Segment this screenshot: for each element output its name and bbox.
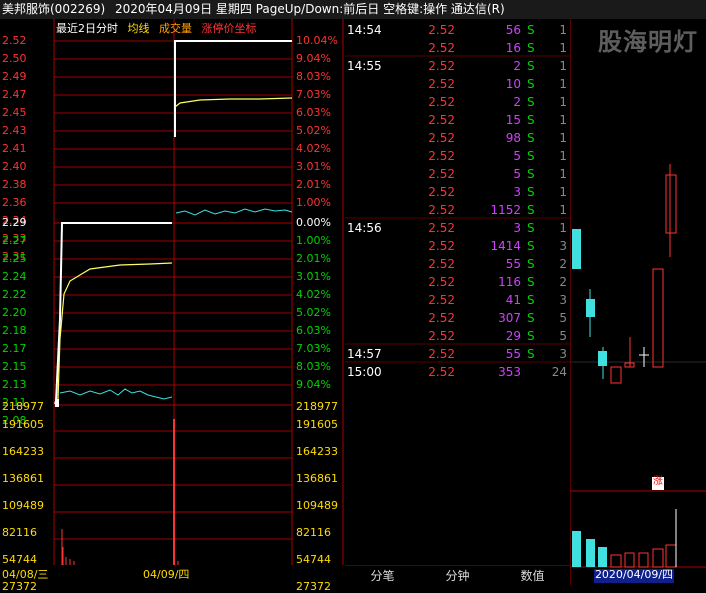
pct-label-base: 0.00% bbox=[296, 216, 331, 229]
pct-label: 3.01% bbox=[296, 160, 331, 173]
trades-dividers bbox=[345, 55, 570, 363]
volume-axis-label: 191605 bbox=[2, 418, 44, 431]
legend-limit[interactable]: 涨停价坐标 bbox=[202, 22, 257, 35]
volume-axis-label: 218977 bbox=[2, 400, 44, 413]
pct-label: 6.03% bbox=[296, 324, 331, 337]
pct-label: 1.00% bbox=[296, 196, 331, 209]
volume-axis-label: 136861 bbox=[296, 472, 338, 485]
price-label: 2.43 bbox=[2, 124, 27, 137]
kline-date: 2020/04/09/四 bbox=[594, 568, 674, 583]
price-label: 2.40 bbox=[2, 160, 27, 173]
stock-name: 美邦服饰(002269) bbox=[2, 2, 106, 16]
price-label: 2.13 bbox=[2, 378, 27, 391]
price-label: 2.45 bbox=[2, 106, 27, 119]
intraday-svg bbox=[0, 19, 345, 565]
volume-axis-label: 136861 bbox=[2, 472, 44, 485]
pct-label: 3.01% bbox=[296, 270, 331, 283]
tab-values[interactable]: 数值 bbox=[495, 566, 570, 586]
kline-panel[interactable]: 涨 2020/04/09/四 bbox=[569, 19, 706, 585]
price-label: 2.18 bbox=[2, 324, 27, 337]
date-label-day1: 04/08/三 bbox=[2, 568, 49, 581]
pct-label: 5.02% bbox=[296, 306, 331, 319]
volume-axis-label: 27372 bbox=[296, 580, 331, 593]
limit-up-badge: 涨 bbox=[653, 476, 663, 487]
price-label: 2.27 bbox=[2, 234, 27, 247]
volume-axis-label: 54744 bbox=[2, 553, 37, 566]
volume-axis-label: 164233 bbox=[296, 445, 338, 458]
legend-label: 最近2日分时 bbox=[56, 22, 118, 35]
intraday-chart[interactable]: 最近2日分时 均线 成交量 涨停价坐标 2.52 2.50 2.49 2.47 2.45… bbox=[0, 19, 345, 593]
pct-label: 9.04% bbox=[296, 378, 331, 391]
price-label: 2.17 bbox=[2, 342, 27, 355]
price-label: 2.20 bbox=[2, 306, 27, 319]
volume-axis-label: 82116 bbox=[296, 526, 331, 539]
pct-label: 9.04% bbox=[296, 52, 331, 65]
panel-tabs: 分笔 分钟 数值 bbox=[345, 565, 570, 586]
date-label-day2: 04/09/四 bbox=[143, 568, 190, 581]
volume-axis-label: 218977 bbox=[296, 400, 338, 413]
price-label: 2.41 bbox=[2, 142, 27, 155]
pct-label: 1.00% bbox=[296, 234, 331, 247]
volume-axis-label: 109489 bbox=[2, 499, 44, 512]
volume-axis-label: 82116 bbox=[2, 526, 37, 539]
price-label: 2.22 bbox=[2, 288, 27, 301]
volume-axis-label: 109489 bbox=[296, 499, 338, 512]
pct-label: 2.01% bbox=[296, 252, 331, 265]
volume-axis-label: 54744 bbox=[296, 553, 331, 566]
legend-volume: 成交量 bbox=[159, 22, 192, 35]
price-label: 2.38 bbox=[2, 178, 27, 191]
price-label: 2.52 bbox=[2, 34, 27, 47]
price-label: 2.47 bbox=[2, 88, 27, 101]
pct-label: 10.04% bbox=[296, 34, 338, 47]
price-label: 2.49 bbox=[2, 70, 27, 83]
pct-label: 7.03% bbox=[296, 88, 331, 101]
price-label-base: 2.29 bbox=[2, 216, 27, 229]
price-label: 2.36 bbox=[2, 196, 27, 209]
volume-axis-label: 164233 bbox=[2, 445, 44, 458]
price-label: 2.50 bbox=[2, 52, 27, 65]
volume-axis-label: 191605 bbox=[296, 418, 338, 431]
pct-label: 8.03% bbox=[296, 360, 331, 373]
title-bar: 美邦服饰(002269) 2020年04月09日 星期四 PageUp/Down… bbox=[0, 0, 706, 19]
price-label: 2.25 bbox=[2, 252, 27, 265]
tab-tick[interactable]: 分笔 bbox=[345, 566, 420, 586]
tick-trades-panel[interactable]: 14:54 2.52 56 S 1 2.52 16 S 1 14:55 2.52 2 S 1 2.52 10 S… bbox=[345, 19, 570, 565]
pct-label: 7.03% bbox=[296, 342, 331, 355]
pct-label: 2.01% bbox=[296, 178, 331, 191]
kline-svg bbox=[569, 19, 706, 585]
pct-label: 4.02% bbox=[296, 288, 331, 301]
tab-minute[interactable]: 分钟 bbox=[420, 566, 495, 586]
price-label: 2.15 bbox=[2, 360, 27, 373]
chart-legend: 最近2日分时 均线 成交量 涨停价坐标 bbox=[56, 23, 263, 35]
watermark: 股海明灯 bbox=[598, 28, 698, 56]
window-title: 2020年04月09日 星期四 PageUp/Down:前后日 空格键:操作 通… bbox=[115, 2, 505, 16]
pct-label: 5.02% bbox=[296, 124, 331, 137]
legend-avg: 均线 bbox=[127, 22, 150, 35]
volume-axis-label: 27372 bbox=[2, 580, 37, 593]
pct-label: 8.03% bbox=[296, 70, 331, 83]
pct-label: 4.02% bbox=[296, 142, 331, 155]
price-label: 2.24 bbox=[2, 270, 27, 283]
pct-label: 6.03% bbox=[296, 106, 331, 119]
